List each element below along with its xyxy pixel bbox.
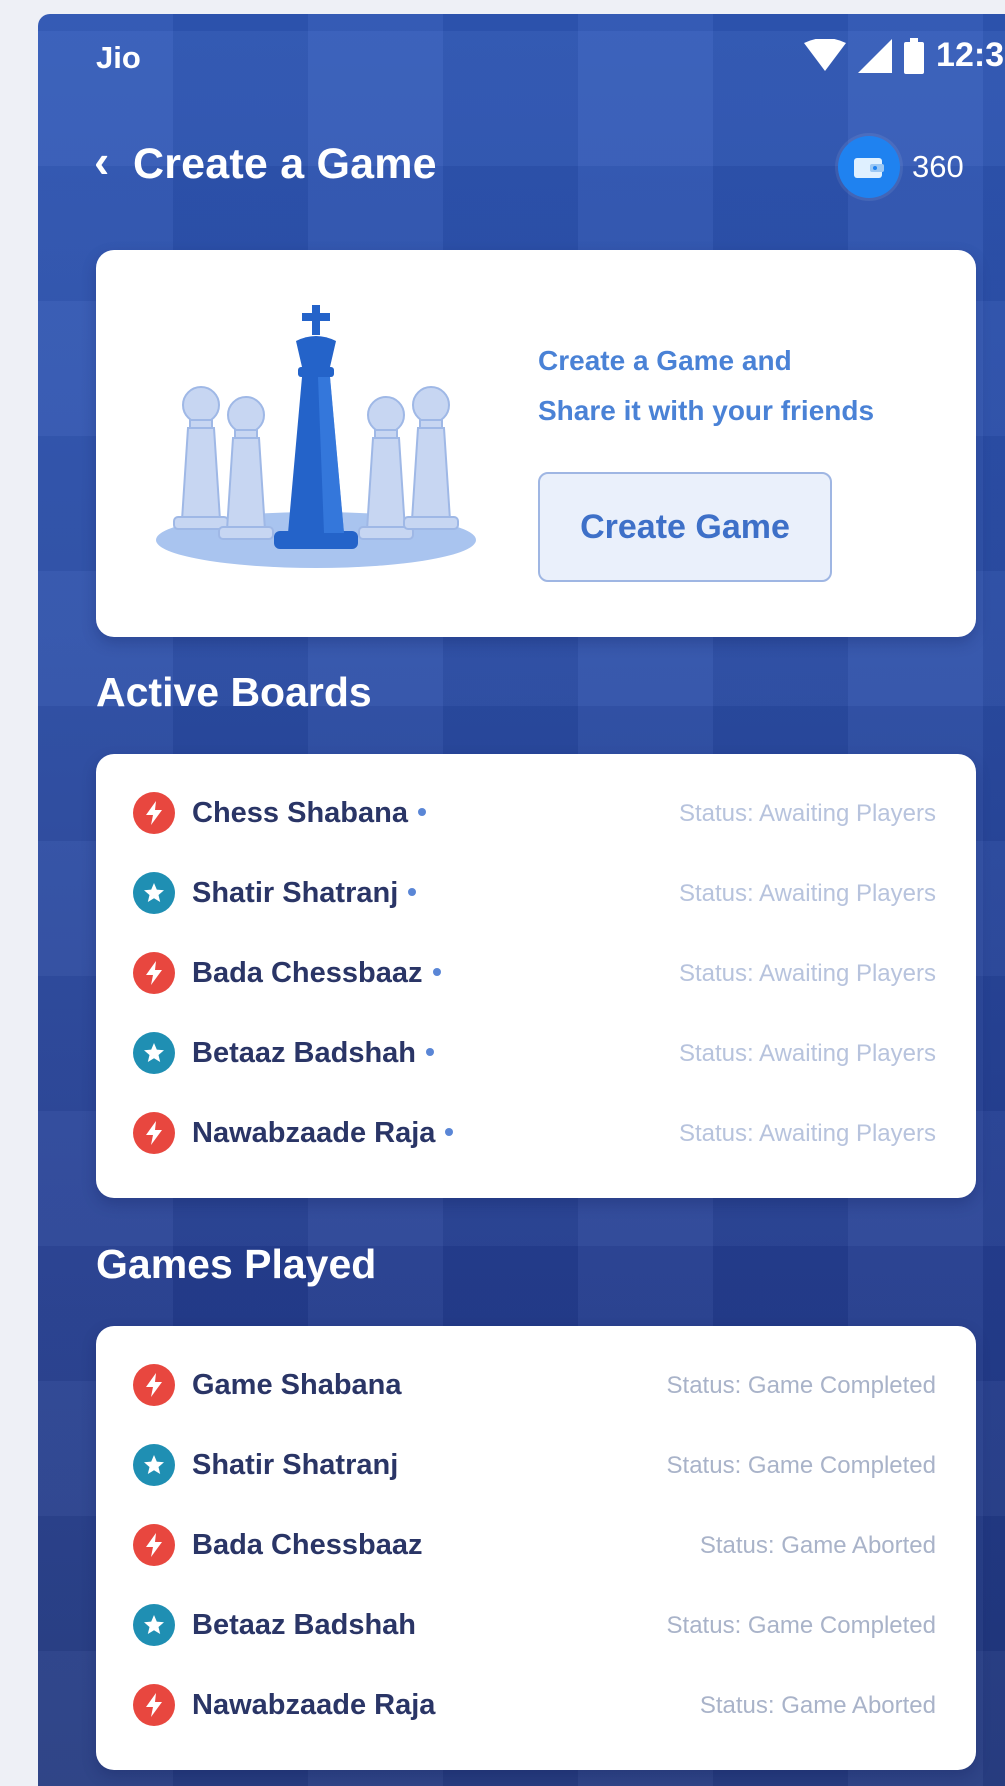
board-name: Shatir Shatranj	[192, 877, 399, 909]
create-game-card: Create a Game and Share it with your fri…	[96, 250, 976, 637]
board-status: Status: Awaiting Players	[678, 880, 936, 907]
online-dot-icon	[408, 888, 417, 897]
bolt-badge-icon	[133, 952, 175, 994]
online-dot-icon	[417, 808, 426, 817]
app-header: ‹ Create a Game 360	[38, 124, 1005, 204]
game-status: Status: Game Aborted	[699, 1532, 936, 1559]
online-dot-icon	[426, 1048, 435, 1057]
game-status: Status: Game Completed	[666, 1612, 936, 1639]
game-row[interactable]: Betaaz Badshah Status: Game Completed	[96, 1584, 976, 1664]
hero-line-2: Share it with your friends	[538, 395, 875, 426]
active-boards-list: Chess Shabana Status: Awaiting Players S…	[96, 754, 976, 1198]
clock: 12:30	[936, 36, 1005, 74]
app-screen: Jio 12:30 ‹ Create a Game 360	[38, 14, 1005, 1786]
board-row[interactable]: Chess Shabana Status: Awaiting Players	[96, 772, 976, 852]
chess-pieces-illustration	[156, 305, 476, 568]
bolt-badge-icon	[133, 1364, 175, 1406]
coin-balance[interactable]: 360	[838, 136, 964, 198]
bolt-badge-icon	[133, 1112, 175, 1154]
game-status: Status: Game Completed	[666, 1372, 936, 1399]
game-status: Status: Game Aborted	[699, 1692, 936, 1719]
wifi-icon	[804, 38, 847, 71]
games-played-heading: Games Played	[96, 1241, 377, 1287]
board-name: Nawabzaade Raja	[192, 1117, 436, 1149]
hero-line-1: Create a Game and	[538, 345, 792, 376]
coin-count: 360	[912, 149, 964, 184]
status-icons: 12:30	[804, 36, 1005, 75]
online-dot-icon	[432, 968, 441, 977]
star-badge-icon	[133, 1032, 175, 1074]
hero-description: Create a Game and Share it with your fri…	[538, 336, 874, 436]
board-status: Status: Awaiting Players	[678, 1120, 936, 1147]
board-row[interactable]: Nawabzaade Raja Status: Awaiting Players	[96, 1092, 976, 1172]
back-chevron-icon[interactable]: ‹	[94, 138, 109, 184]
star-badge-icon	[133, 1444, 175, 1486]
bolt-badge-icon	[133, 1684, 175, 1726]
board-name: Chess Shabana	[192, 797, 408, 829]
board-status: Status: Awaiting Players	[678, 960, 936, 987]
game-row[interactable]: Game Shabana Status: Game Completed	[96, 1344, 976, 1424]
star-badge-icon	[133, 1604, 175, 1646]
board-name: Bada Chessbaaz	[192, 957, 423, 989]
active-boards-heading: Active Boards	[96, 669, 372, 715]
game-name: Game Shabana	[192, 1369, 402, 1401]
board-name: Betaaz Badshah	[192, 1037, 417, 1069]
game-row[interactable]: Nawabzaade Raja Status: Game Aborted	[96, 1664, 976, 1744]
bolt-badge-icon	[133, 792, 175, 834]
online-dot-icon	[445, 1128, 454, 1137]
star-badge-icon	[133, 872, 175, 914]
game-row[interactable]: Shatir Shatranj Status: Game Completed	[96, 1424, 976, 1504]
board-status: Status: Awaiting Players	[678, 1040, 936, 1067]
game-name: Betaaz Badshah	[192, 1609, 417, 1641]
wallet-icon	[838, 136, 900, 198]
bolt-badge-icon	[133, 1524, 175, 1566]
status-bar: Jio 12:30	[38, 14, 1005, 94]
create-game-button[interactable]: Create Game	[538, 472, 832, 582]
games-played-list: Game Shabana Status: Game Completed Shat…	[96, 1326, 976, 1770]
board-row[interactable]: Shatir Shatranj Status: Awaiting Players	[96, 852, 976, 932]
game-name: Shatir Shatranj	[192, 1449, 399, 1481]
page-title: Create a Game	[133, 140, 437, 188]
game-name: Bada Chessbaaz	[192, 1529, 423, 1561]
battery-icon	[904, 37, 925, 74]
game-row[interactable]: Bada Chessbaaz Status: Game Aborted	[96, 1504, 976, 1584]
board-row[interactable]: Bada Chessbaaz Status: Awaiting Players	[96, 932, 976, 1012]
game-status: Status: Game Completed	[666, 1452, 936, 1479]
board-row[interactable]: Betaaz Badshah Status: Awaiting Players	[96, 1012, 976, 1092]
signal-icon	[858, 38, 893, 73]
game-name: Nawabzaade Raja	[192, 1689, 436, 1721]
carrier-label: Jio	[96, 40, 141, 75]
board-status: Status: Awaiting Players	[678, 800, 936, 827]
